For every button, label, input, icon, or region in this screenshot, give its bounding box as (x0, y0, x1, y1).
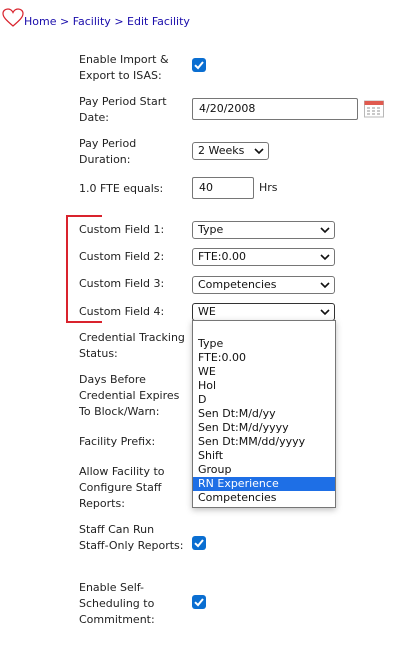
calendar-icon[interactable] (364, 99, 384, 118)
dropdown-option[interactable]: Type (193, 337, 335, 351)
staff-only-reports-checkbox[interactable] (192, 536, 206, 550)
dropdown-option[interactable]: Hol (193, 379, 335, 393)
custom-field-1-label: Custom Field 1: (79, 223, 165, 236)
chevron-down-icon (254, 148, 264, 155)
custom-field-2-label: Custom Field 2: (79, 250, 165, 263)
dropdown-option[interactable]: Competencies (193, 491, 335, 505)
custom-field-2-select[interactable]: FTE:0.00 (192, 248, 335, 266)
allow-configure-label: Allow Facility to Configure Staff Report… (79, 465, 165, 510)
dropdown-option[interactable]: WE (193, 365, 335, 379)
heart-icon (2, 8, 24, 27)
dropdown-option[interactable]: Sen Dt:M/d/yy (193, 407, 335, 421)
breadcrumb-separator: > (114, 15, 124, 28)
breadcrumb-current[interactable]: Edit Facility (127, 15, 190, 28)
chevron-down-icon (320, 254, 330, 261)
chevron-down-icon (320, 309, 330, 316)
days-before-label: Days Before Credential Expires To Block/… (79, 373, 180, 418)
pay-period-start-input[interactable]: 4/20/2008 (192, 98, 358, 120)
breadcrumb-home-link[interactable]: Home (24, 15, 56, 28)
enable-import-label: Enable Import & Export to ISAS: (79, 53, 169, 82)
dropdown-option[interactable]: Group (193, 463, 335, 477)
custom-field-4-select[interactable]: WE (192, 303, 335, 321)
dropdown-option[interactable]: FTE:0.00 (193, 351, 335, 365)
credential-tracking-label: Credential Tracking Status: (79, 331, 185, 360)
chevron-down-icon (320, 227, 330, 234)
self-scheduling-checkbox[interactable] (192, 595, 206, 609)
custom-field-3-label: Custom Field 3: (79, 277, 165, 290)
breadcrumb-separator: > (59, 15, 70, 28)
staff-only-reports-label: Staff Can Run Staff-Only Reports: (79, 523, 184, 552)
custom-field-3-select[interactable]: Competencies (192, 276, 335, 294)
dropdown-option[interactable]: Sen Dt:M/d/yyyy (193, 421, 335, 435)
custom-field-4-label: Custom Field 4: (79, 305, 165, 318)
enable-import-checkbox[interactable] (192, 58, 206, 72)
fte-label: 1.0 FTE equals: (79, 182, 164, 195)
checkmark-icon (194, 598, 204, 607)
chevron-down-icon (320, 282, 330, 289)
pay-period-start-label: Pay Period Start Date: (79, 95, 167, 124)
dropdown-option-highlighted[interactable]: RN Experience (193, 477, 335, 491)
dropdown-option[interactable]: Sen Dt:MM/dd/yyyy (193, 435, 335, 449)
checkmark-icon (194, 61, 204, 70)
pay-period-duration-select[interactable]: 2 Weeks (192, 142, 269, 160)
custom-field-4-dropdown-list[interactable]: Type FTE:0.00 WE Hol D Sen Dt:M/d/yy Sen… (192, 320, 336, 508)
pay-period-duration-label: Pay Period Duration: (79, 137, 137, 166)
dropdown-option[interactable]: Shift (193, 449, 335, 463)
checkmark-icon (194, 539, 204, 548)
custom-field-1-select[interactable]: Type (192, 221, 335, 239)
self-scheduling-label: Enable Self-Scheduling to Commitment: (79, 581, 155, 626)
fte-input[interactable]: 40 (192, 177, 254, 199)
facility-prefix-label: Facility Prefix: (79, 435, 156, 448)
dropdown-option[interactable]: D (193, 393, 335, 407)
breadcrumb-facility-link[interactable]: Facility (73, 15, 111, 28)
dropdown-option[interactable] (193, 323, 335, 337)
fte-unit-label: Hrs (259, 181, 278, 194)
